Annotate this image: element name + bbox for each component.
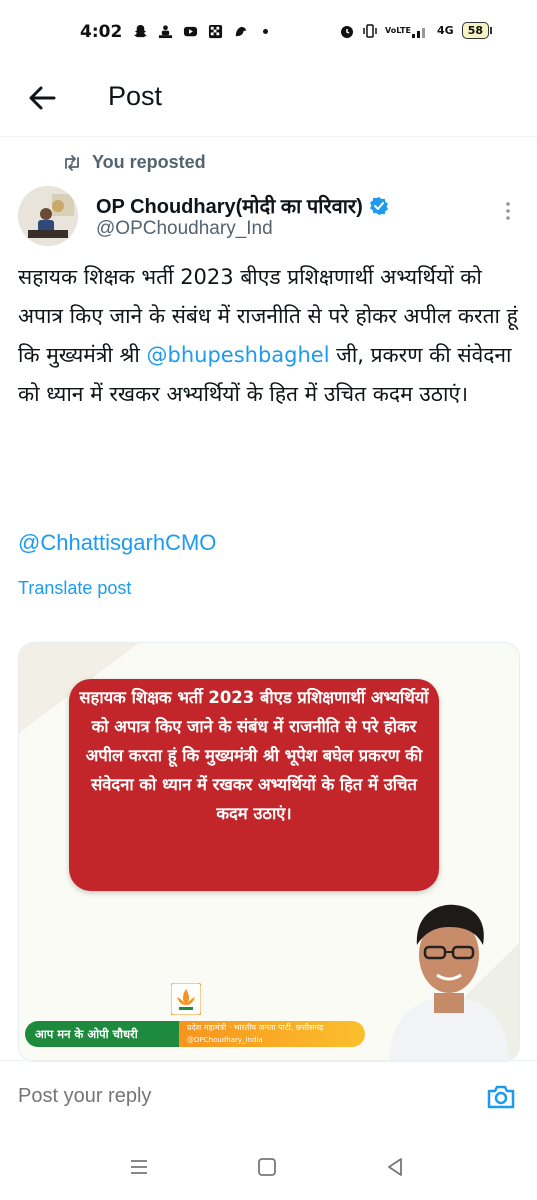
author-name: OP Choudhary(मोदी का परिवार) [96, 196, 363, 218]
vibrate-icon [363, 23, 377, 38]
people-icon [158, 25, 173, 39]
battery-indicator: 58 [461, 22, 493, 39]
campaign-banner-right: प्रदेश महामंत्री · भारतीय जनता पार्टी, छ… [179, 1021, 365, 1047]
home-button[interactable] [256, 1156, 278, 1178]
back-button[interactable] [24, 80, 60, 116]
arrow-left-icon [29, 86, 56, 110]
recent-apps-button[interactable] [128, 1156, 150, 1178]
more-options-button[interactable] [498, 200, 518, 222]
camera-button[interactable] [486, 1083, 516, 1111]
page-title: Post [108, 81, 163, 111]
top-app-bar: Post [0, 62, 537, 137]
mention-link-cmo[interactable]: @ChhattisgarhCMO [18, 530, 216, 556]
mention-link[interactable]: @bhupeshbaghel [147, 343, 330, 367]
status-system-icons: VoLTE 4G 58 [339, 22, 493, 39]
bird-icon [235, 26, 247, 37]
youtube-icon [183, 26, 198, 37]
triangle-back-icon [388, 1158, 402, 1176]
volte-label: VoLTE [385, 25, 411, 35]
network-type: 4G [437, 24, 454, 37]
status-time: 4:02 [80, 22, 123, 42]
verified-badge-icon [369, 196, 388, 215]
more-vertical-icon [506, 202, 510, 220]
post-image[interactable]: सहायक शिक्षक भर्ती 2023 बीएड प्रशिक्षणार… [18, 642, 520, 1062]
avatar-image [18, 186, 78, 246]
banner-designation: प्रदेश महामंत्री · भारतीय जनता पार्टी, छ… [187, 1023, 324, 1032]
translate-post-link[interactable]: Translate post [18, 578, 131, 599]
person-photo [389, 904, 509, 1061]
alarm-icon [341, 25, 353, 38]
author-handle[interactable]: @OPChoudhary_Ind [96, 218, 273, 240]
repost-label: You reposted [92, 152, 206, 172]
more-notifications-dot [263, 29, 268, 34]
menu-lines-icon [131, 1160, 147, 1174]
status-bar: 4:02 VoLTE 4G 58 [0, 0, 537, 62]
snapchat-icon [133, 24, 148, 38]
campaign-banner-left: आप मन के ओपी चौधरी [25, 1021, 185, 1047]
post-body: सहायक शिक्षक भर्ती 2023 बीएड प्रशिक्षणार… [18, 258, 526, 414]
repost-icon [65, 154, 79, 171]
square-icon [258, 1158, 276, 1176]
camera-icon [487, 1085, 515, 1109]
checker-icon [208, 24, 223, 39]
reply-input[interactable] [18, 1085, 418, 1108]
signal-icon [412, 27, 425, 38]
back-nav-button[interactable] [384, 1156, 406, 1178]
repost-indicator: You reposted [62, 152, 206, 173]
bjp-lotus-logo [171, 983, 201, 1015]
system-navigation-bar [0, 1132, 537, 1200]
reply-bar [0, 1060, 537, 1133]
author-name-row: OP Choudhary(मोदी का परिवार) [96, 192, 389, 219]
author-avatar[interactable] [18, 186, 78, 246]
status-notification-icons [132, 24, 268, 39]
appeal-text: सहायक शिक्षक भर्ती 2023 बीएड प्रशिक्षणार… [79, 688, 429, 823]
banner-social-handle: @OPChoudhary_India [187, 1036, 263, 1044]
